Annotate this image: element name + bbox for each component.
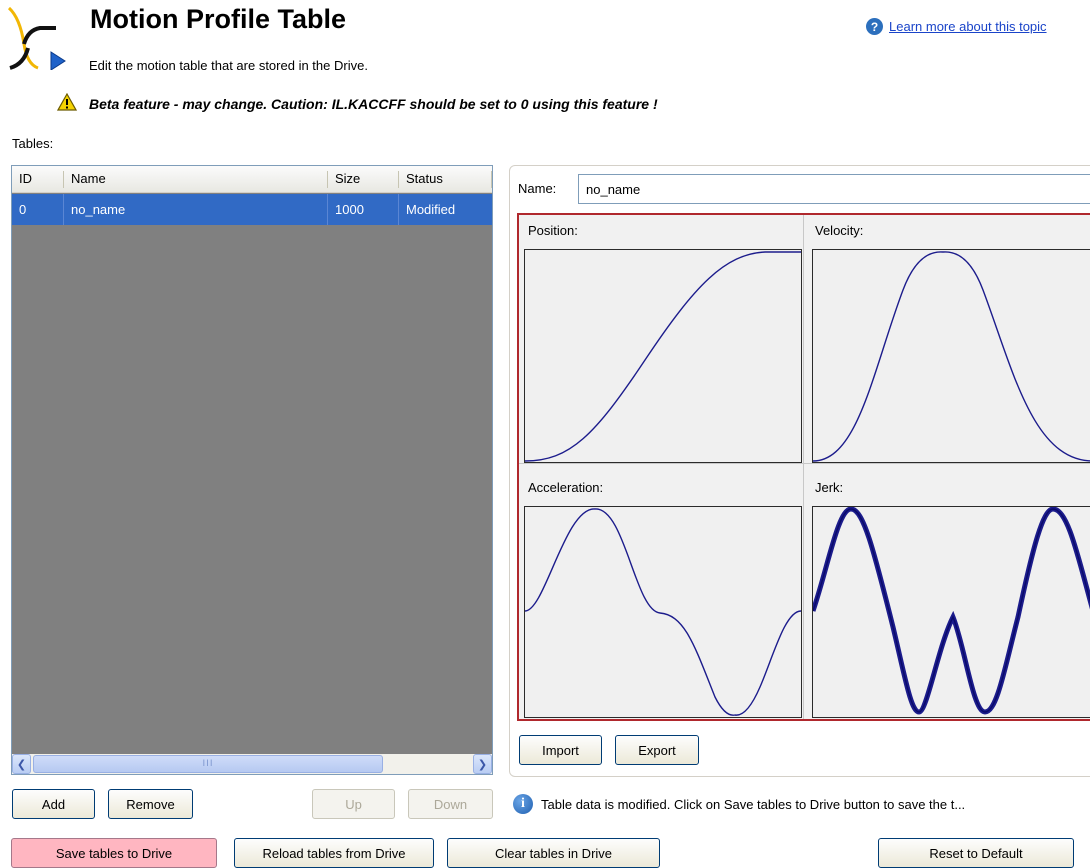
position-plot (524, 249, 802, 463)
acceleration-curve (525, 508, 801, 716)
motion-profile-icon (6, 4, 72, 71)
up-button[interactable]: Up (312, 789, 395, 819)
column-header-status[interactable]: Status (399, 166, 492, 193)
export-button[interactable]: Export (615, 735, 699, 765)
velocity-curve (813, 251, 1090, 462)
row-size: 1000 (328, 194, 399, 225)
row-id: 0 (12, 194, 64, 225)
position-chart-label: Position: (528, 223, 578, 238)
scroll-right-icon[interactable]: ❯ (473, 754, 492, 774)
beta-warning: Beta feature - may change. Caution: IL.K… (56, 92, 658, 115)
column-header-id[interactable]: ID (12, 166, 64, 193)
tables-list[interactable]: ID Name Size Status 0 no_name 1000 Modif… (11, 165, 493, 775)
remove-button[interactable]: Remove (108, 789, 193, 819)
scroll-thumb[interactable]: III (33, 755, 383, 773)
tables-label: Tables: (12, 136, 54, 151)
info-icon: i (513, 794, 533, 814)
position-curve (525, 251, 801, 462)
motion-charts: Position: Velocity: Acceleration: Jerk: (517, 213, 1090, 721)
velocity-plot (812, 249, 1090, 463)
reload-tables-button[interactable]: Reload tables from Drive (234, 838, 434, 868)
beta-warning-text: Beta feature - may change. Caution: IL.K… (89, 96, 658, 112)
acceleration-chart-label: Acceleration: (528, 480, 604, 495)
save-tables-button[interactable]: Save tables to Drive (11, 838, 217, 868)
jerk-curve (813, 508, 1090, 713)
clear-tables-button[interactable]: Clear tables in Drive (447, 838, 660, 868)
column-header-name[interactable]: Name (64, 166, 328, 193)
jerk-chart-label: Jerk: (815, 480, 844, 495)
name-input[interactable] (578, 174, 1090, 204)
reset-default-button[interactable]: Reset to Default (878, 838, 1074, 868)
acceleration-plot (524, 506, 802, 718)
status-message: i Table data is modified. Click on Save … (513, 794, 965, 814)
add-button[interactable]: Add (12, 789, 95, 819)
column-header-size[interactable]: Size (328, 166, 399, 193)
help-icon: ? (866, 18, 883, 35)
horizontal-scrollbar[interactable]: ❮ III ❯ (12, 754, 492, 774)
warning-icon (56, 92, 78, 115)
jerk-plot (812, 506, 1090, 718)
name-label: Name: (518, 181, 557, 196)
row-name: no_name (64, 194, 328, 225)
help-link-text[interactable]: Learn more about this topic (889, 19, 1047, 34)
page-title: Motion Profile Table (90, 4, 346, 34)
status-message-text: Table data is modified. Click on Save ta… (541, 796, 966, 812)
down-button[interactable]: Down (408, 789, 493, 819)
import-button[interactable]: Import (519, 735, 602, 765)
jerk-curve-trace (813, 507, 1090, 715)
table-row[interactable]: 0 no_name 1000 Modified (12, 194, 492, 225)
velocity-chart-label: Velocity: (815, 223, 864, 238)
help-link[interactable]: ? Learn more about this topic (866, 18, 1047, 35)
scroll-left-icon[interactable]: ❮ (12, 754, 31, 774)
list-header: ID Name Size Status (12, 166, 492, 193)
row-status: Modified (406, 202, 456, 217)
page-subtitle: Edit the motion table that are stored in… (89, 58, 368, 73)
